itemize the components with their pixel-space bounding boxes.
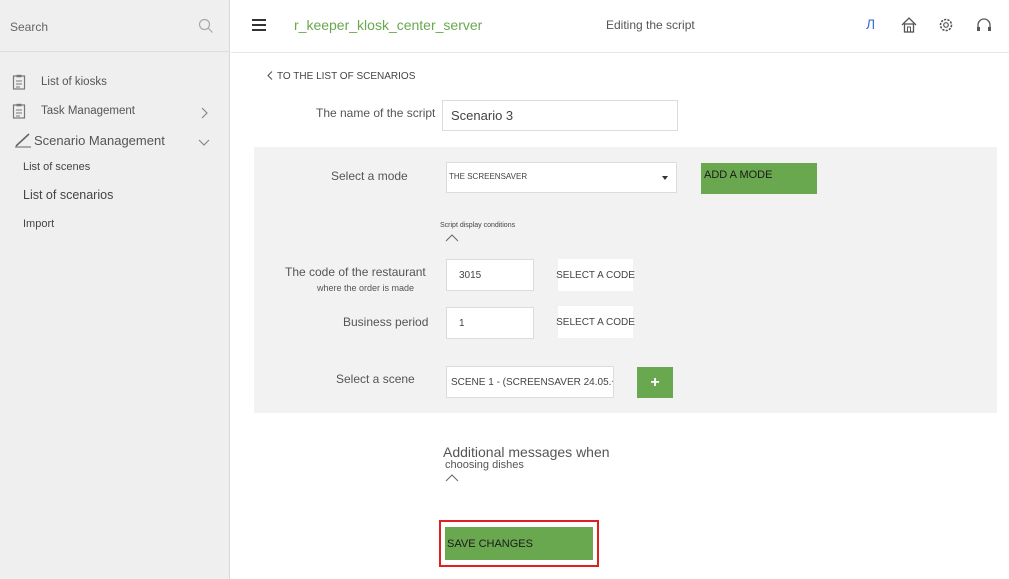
select-code-button[interactable]: SELECT A CODE: [556, 259, 635, 291]
conditions-label: Script display conditions: [440, 222, 516, 229]
chevron-right-icon: [201, 107, 208, 119]
scene-select[interactable]: SCENE 1 - (SCREENSAVER 24.05.+: [446, 366, 614, 398]
chevron-left-icon: [267, 71, 273, 80]
search-box[interactable]: Search: [0, 0, 230, 52]
app-title: r_keeper_klosk_center_server: [294, 17, 483, 33]
script-name-input[interactable]: Scenario 3: [442, 100, 678, 131]
select-code-button-2[interactable]: SELECT A CODE: [556, 306, 635, 338]
add-scene-button[interactable]: +: [637, 367, 673, 398]
search-input[interactable]: Search: [10, 20, 48, 34]
additional-messages-title: Additional messages when: [443, 444, 610, 460]
restaurant-code-label: The code of the restaurant: [285, 265, 426, 279]
additional-messages-subtitle: choosing dishes: [445, 459, 524, 471]
sidebar-item-scenario-management[interactable]: Scenario Management: [0, 130, 229, 154]
mode-select[interactable]: THE SCREENSAVER: [446, 162, 677, 193]
business-period-value: 1: [459, 317, 465, 329]
sidebar-item-task-management[interactable]: Task Management: [0, 101, 229, 125]
sidebar-item-kiosks[interactable]: List of kiosks: [0, 72, 229, 96]
sidebar-item-label: Task Management: [41, 105, 135, 117]
mode-select-value: THE SCREENSAVER: [449, 172, 528, 181]
scene-select-value: SCENE 1 - (SCREENSAVER 24.05.+: [451, 376, 614, 388]
script-name-value: Scenario 3: [451, 108, 514, 123]
home-icon[interactable]: [900, 16, 918, 34]
sidebar-subitem-scenes[interactable]: List of scenes: [23, 161, 90, 173]
clipboard-icon: [12, 74, 26, 90]
menu-icon[interactable]: [252, 19, 266, 31]
dropdown-caret-icon: [662, 176, 668, 180]
plus-icon: +: [650, 373, 660, 391]
sidebar-subitem-scenarios[interactable]: List of scenarios: [23, 188, 113, 202]
back-link-label: TO THE LIST OF SCENARIOS: [277, 71, 416, 82]
sidebar-item-label: Scenario Management: [34, 133, 165, 148]
chevron-up-icon[interactable]: [445, 474, 459, 482]
restaurant-code-input[interactable]: 3015: [446, 259, 534, 291]
clipboard-icon: [12, 103, 26, 119]
save-changes-button[interactable]: SAVE CHANGES: [445, 527, 593, 560]
restaurant-code-value: 3015: [459, 269, 482, 281]
header-divider: [231, 52, 1009, 53]
chevron-down-icon: [198, 139, 210, 146]
headset-icon[interactable]: [975, 16, 993, 34]
search-icon[interactable]: [198, 18, 214, 34]
chevron-up-icon[interactable]: [445, 234, 459, 242]
script-name-label: The name of the script: [316, 106, 436, 120]
pencil-icon: [15, 133, 31, 148]
sidebar-subitem-import[interactable]: Import: [23, 218, 54, 230]
gear-icon[interactable]: [937, 16, 955, 34]
sidebar-item-label: List of kiosks: [41, 76, 107, 88]
sidebar: Search List of kiosks Task Management Sc: [0, 0, 230, 579]
business-period-input[interactable]: 1: [446, 307, 534, 339]
scene-label: Select a scene: [336, 372, 415, 386]
mode-label: Select a mode: [331, 169, 408, 183]
back-to-scenarios-link[interactable]: TO THE LIST OF SCENARIOS: [266, 71, 415, 82]
restaurant-code-sublabel: where the order is made: [317, 283, 415, 293]
add-mode-button[interactable]: ADD A MODE: [701, 163, 817, 194]
business-period-label: Business period: [343, 315, 429, 329]
page-caption: Editing the script: [606, 18, 695, 32]
language-switch[interactable]: Л: [866, 16, 875, 32]
